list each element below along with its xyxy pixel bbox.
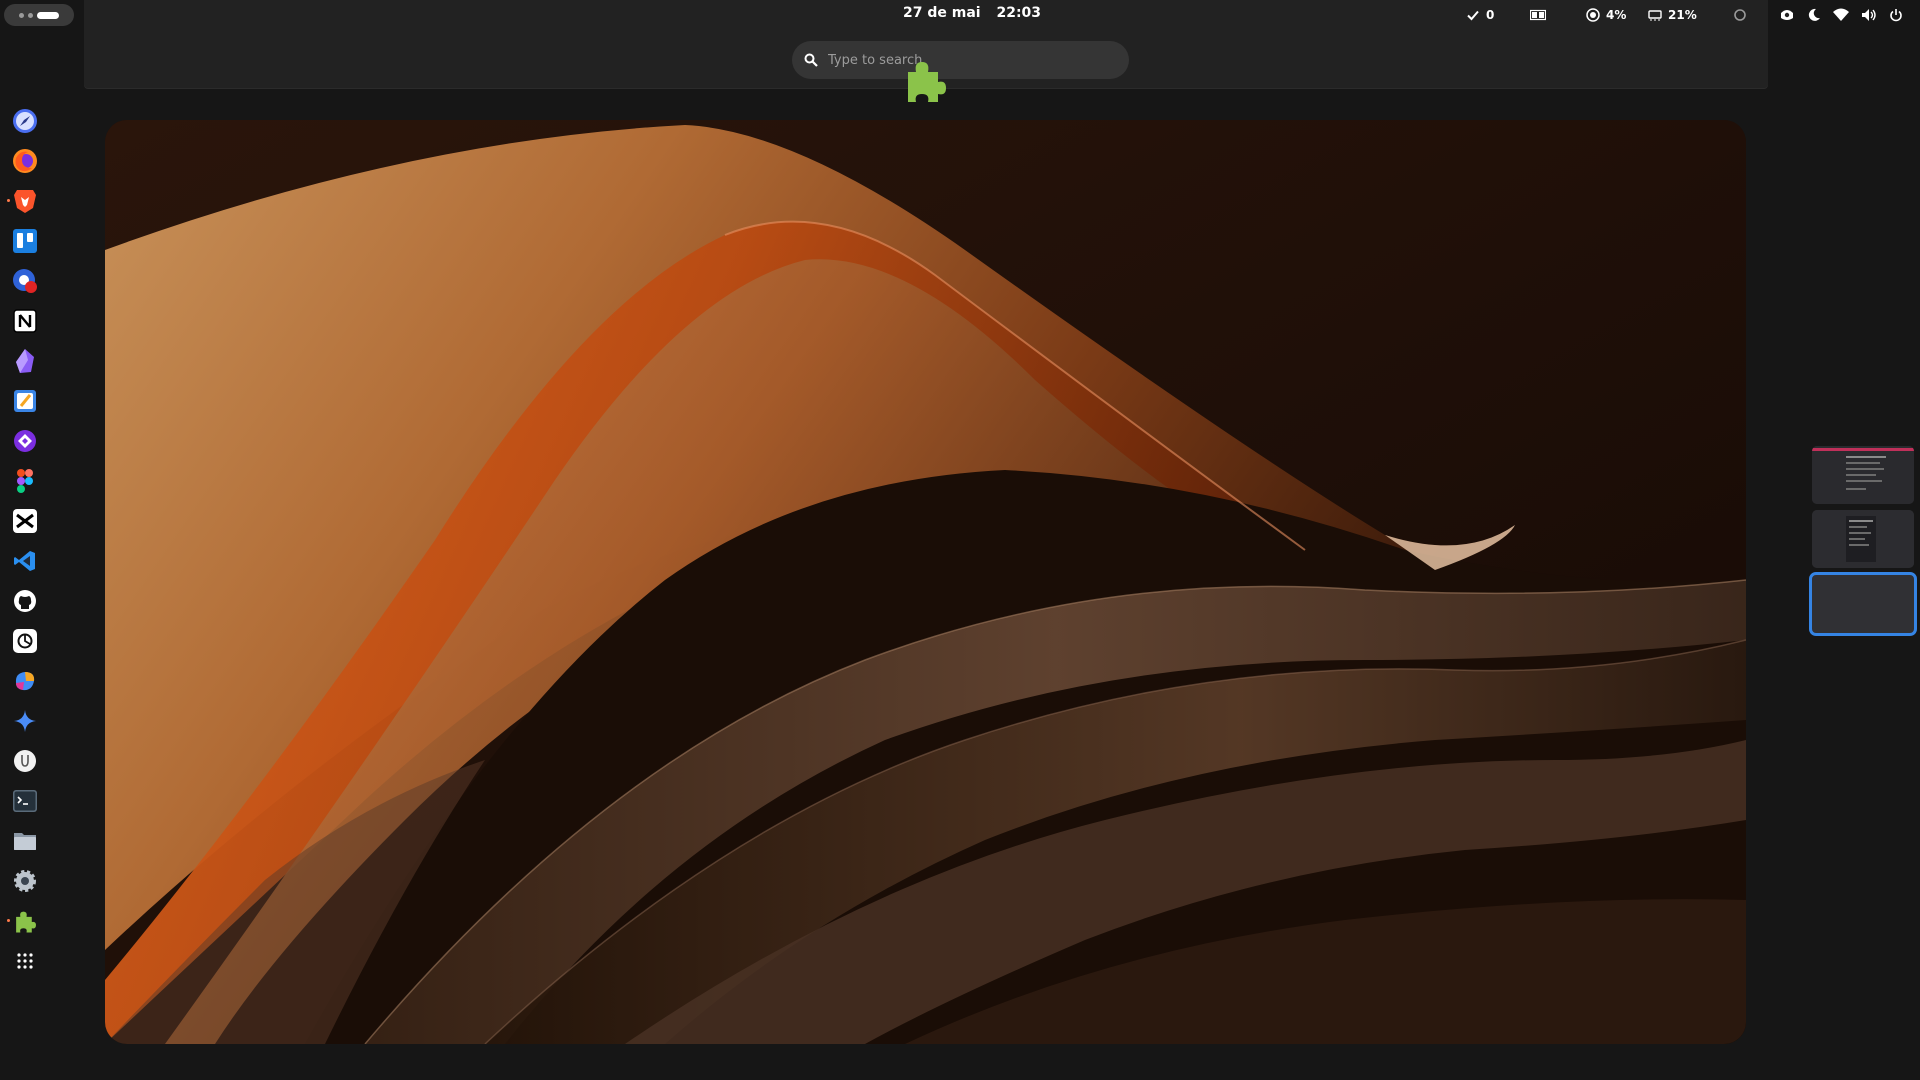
dock-app-capcut[interactable] bbox=[10, 506, 40, 536]
dock-app-settings[interactable] bbox=[10, 866, 40, 896]
search-icon bbox=[804, 53, 818, 67]
volume-icon bbox=[1862, 9, 1876, 21]
dock-app-brave[interactable] bbox=[7, 186, 40, 216]
memory-indicator[interactable]: 21% bbox=[1648, 4, 1697, 26]
workspace-preview[interactable] bbox=[105, 120, 1746, 1044]
dock-app-diamond[interactable] bbox=[10, 426, 40, 456]
running-indicator bbox=[7, 199, 10, 202]
openai-icon bbox=[13, 629, 37, 653]
dock-app-files[interactable] bbox=[10, 826, 40, 856]
notepad-icon bbox=[14, 390, 36, 412]
grid-icon bbox=[17, 953, 33, 969]
trello-icon bbox=[13, 229, 37, 253]
workspace-thumbnail-2[interactable] bbox=[1812, 510, 1914, 568]
github-icon bbox=[14, 590, 36, 612]
dock-app-gemini[interactable] bbox=[10, 706, 40, 736]
folder-icon bbox=[14, 833, 36, 850]
search-input[interactable] bbox=[828, 52, 1108, 68]
layout-icon bbox=[1530, 9, 1546, 21]
checkmark-icon bbox=[1467, 10, 1479, 21]
circle-outline-icon bbox=[1734, 9, 1746, 21]
wifi-icon bbox=[1833, 8, 1849, 21]
dock-app-terminal[interactable] bbox=[10, 786, 40, 816]
brave-lion-icon bbox=[14, 190, 36, 213]
obsidian-icon bbox=[16, 349, 34, 373]
puzzle-icon bbox=[16, 911, 36, 933]
show-apps-button[interactable] bbox=[10, 946, 40, 976]
compass-icon bbox=[13, 109, 37, 133]
window-preview-icon bbox=[1812, 510, 1914, 568]
dock-app-obsidian[interactable] bbox=[10, 346, 40, 376]
dash-dock bbox=[0, 100, 50, 980]
system-menu[interactable] bbox=[1779, 4, 1903, 26]
dock-app-trello[interactable] bbox=[10, 226, 40, 256]
notion-icon bbox=[13, 309, 37, 333]
dock-app-github[interactable] bbox=[10, 586, 40, 616]
dock-app-figma[interactable] bbox=[10, 466, 40, 496]
dock-app-recorder[interactable] bbox=[10, 266, 40, 296]
wallpaper-image bbox=[105, 120, 1746, 1044]
clock[interactable]: 27 de mai 22:03 bbox=[900, 5, 1044, 21]
dock-app-text-editor[interactable] bbox=[10, 386, 40, 416]
tasks-count: 0 bbox=[1486, 8, 1495, 22]
figma-icon bbox=[17, 469, 33, 493]
workspace-dot-icon bbox=[28, 12, 33, 18]
cpu-indicator[interactable]: 4% bbox=[1586, 4, 1626, 26]
running-indicator bbox=[7, 919, 10, 922]
dock-app-firefox[interactable] bbox=[10, 146, 40, 176]
memory-percent: 21% bbox=[1668, 8, 1697, 22]
workspace-dot-icon bbox=[19, 12, 24, 18]
window-preview-icon bbox=[1812, 446, 1914, 504]
dock-app-vscode[interactable] bbox=[10, 546, 40, 576]
gear-icon bbox=[14, 870, 36, 892]
memory-icon bbox=[1648, 10, 1662, 21]
clock-date: 27 de mai bbox=[903, 5, 981, 21]
dock-app-copilot[interactable] bbox=[10, 666, 40, 696]
dock-app-ollama[interactable] bbox=[10, 746, 40, 776]
vscode-icon bbox=[14, 551, 35, 571]
search-box[interactable] bbox=[792, 41, 1129, 79]
dock-app-extensions[interactable] bbox=[7, 906, 40, 936]
puzzle-drag-icon bbox=[908, 62, 946, 102]
record-icon bbox=[13, 269, 37, 293]
tasks-indicator[interactable]: 0 bbox=[1466, 4, 1494, 26]
sparkle-icon bbox=[14, 710, 36, 732]
workspace-thumbnail-1[interactable] bbox=[1812, 446, 1914, 504]
status-circle-indicator[interactable] bbox=[1733, 4, 1747, 26]
power-icon bbox=[1890, 9, 1902, 22]
camera-privacy-icon bbox=[1781, 10, 1793, 20]
night-light-moon-icon bbox=[1808, 8, 1820, 21]
workspace-thumbnail-3-active[interactable] bbox=[1809, 572, 1917, 636]
capcut-icon bbox=[13, 509, 37, 533]
dock-app-notion[interactable] bbox=[10, 306, 40, 336]
terminal-icon bbox=[13, 790, 37, 812]
activities-button[interactable] bbox=[4, 4, 74, 26]
cpu-percent: 4% bbox=[1606, 8, 1627, 22]
diamond-icon bbox=[14, 430, 36, 452]
llama-icon bbox=[14, 750, 36, 772]
clock-time: 22:03 bbox=[996, 5, 1042, 21]
cpu-icon bbox=[1586, 8, 1600, 22]
active-workspace-pill-icon bbox=[37, 11, 59, 19]
workspace-layout-indicator[interactable] bbox=[1530, 4, 1546, 26]
firefox-icon bbox=[13, 149, 37, 173]
dock-app-chatgpt[interactable] bbox=[10, 626, 40, 656]
dock-app-compass[interactable] bbox=[10, 106, 40, 136]
copilot-icon bbox=[15, 672, 35, 691]
